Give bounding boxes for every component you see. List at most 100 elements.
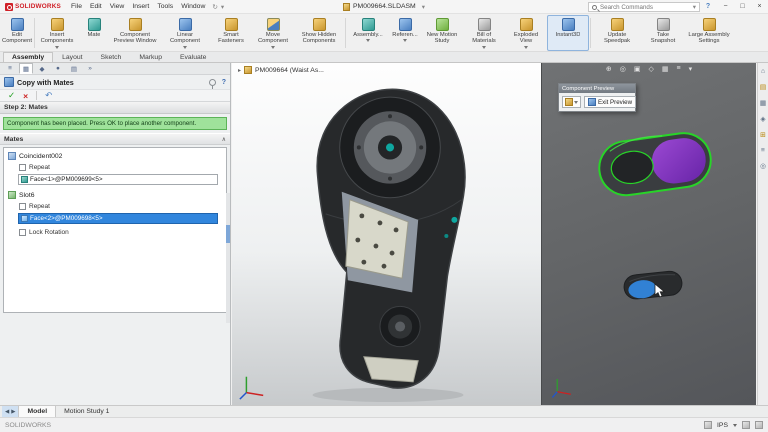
search-caret-icon[interactable]: ▾: [693, 3, 696, 11]
tab-assembly[interactable]: Assembly: [3, 52, 54, 62]
featuremanager-tree-tab-icon[interactable]: ≡: [3, 63, 17, 74]
ribbon-button-component-preview-window[interactable]: Component Preview Window: [110, 15, 160, 51]
view-palette-icon[interactable]: ◈: [760, 115, 765, 123]
ribbon-button-instant3d[interactable]: Instant3D: [547, 15, 589, 51]
lock-rotation-row[interactable]: Lock Rotation: [6, 227, 224, 238]
display-manager-tab-icon[interactable]: ▤: [67, 63, 81, 74]
ribbon-button-linear-component-pattern[interactable]: Linear Component Pattern: [160, 15, 210, 51]
dimxpert-tab-icon[interactable]: ●: [51, 63, 65, 74]
mates-group-header[interactable]: Mates ∧: [0, 133, 230, 146]
file-explorer-icon[interactable]: ▦: [760, 99, 766, 107]
component-preview-pane[interactable]: ⊕ ◎ ▣ ◇ ▦ ≡ ▾ Component Preview Exit Pre…: [541, 63, 756, 405]
tab-nav-right-icon[interactable]: ▶: [11, 409, 15, 415]
search-box[interactable]: ▾: [588, 2, 700, 12]
ribbon-button-bill-of-materials[interactable]: Bill of Materials: [463, 15, 505, 51]
maximize-button[interactable]: □: [734, 0, 751, 14]
mate2-face-field-selected[interactable]: Face<2>@PM009698<5>: [18, 213, 218, 225]
tab-sketch[interactable]: Sketch: [92, 52, 131, 62]
mate-item-coincident[interactable]: Coincident002: [6, 150, 224, 162]
help-icon[interactable]: ?: [702, 3, 714, 10]
ribbon-button-exploded-view[interactable]: Exploded View: [505, 15, 547, 51]
zoom-fit-icon[interactable]: ⊕: [606, 65, 612, 73]
ribbon-button-move-component[interactable]: Move Component: [252, 15, 294, 51]
ribbon-button-large-assembly-settings[interactable]: Large Assembly Settings: [684, 15, 734, 51]
menu-insert[interactable]: Insert: [128, 3, 153, 10]
graphics-viewport[interactable]: ▸ PM009664 (Waist As...: [232, 63, 541, 405]
ribbon-button-assembly-features[interactable]: Assembly...: [347, 15, 389, 51]
minimize-button[interactable]: −: [717, 0, 734, 14]
waist-assembly-model[interactable]: [260, 73, 512, 405]
panel-scrollbar[interactable]: [226, 193, 230, 323]
menu-tools[interactable]: Tools: [153, 3, 177, 10]
units-selector[interactable]: IPS: [717, 422, 728, 429]
tab-layout[interactable]: Layout: [53, 52, 91, 62]
view-settings-caret-icon[interactable]: ▾: [689, 65, 693, 73]
collapse-chevron-icon[interactable]: ∧: [222, 136, 226, 143]
preview-split-button[interactable]: [562, 96, 581, 108]
quick-access-caret-icon[interactable]: ▾: [221, 3, 224, 11]
custom-properties-icon[interactable]: ≡: [761, 147, 765, 154]
tab-nav-left-icon[interactable]: ◀: [5, 409, 9, 415]
repeat-checkbox-row-1[interactable]: Repeat: [6, 162, 224, 173]
flyout-tree-label[interactable]: ▸ PM009664 (Waist As...: [238, 66, 324, 74]
ribbon-button-take-snapshot[interactable]: Take Snapshot: [642, 15, 684, 51]
document-caret-icon[interactable]: ▾: [422, 3, 425, 11]
tab-evaluate[interactable]: Evaluate: [171, 52, 215, 62]
exit-preview-button[interactable]: Exit Preview: [584, 96, 637, 108]
pm-help-icon[interactable]: ?: [222, 79, 226, 86]
menu-window[interactable]: Window: [177, 3, 209, 10]
mate-item-slot[interactable]: Slot6: [6, 189, 224, 201]
menu-view[interactable]: View: [106, 3, 129, 10]
tab-markup[interactable]: Markup: [130, 52, 171, 62]
ribbon-label: Bill of Materials: [472, 32, 496, 45]
ribbon-button-show-hidden-components[interactable]: Show Hidden Components: [294, 15, 344, 51]
preview-window-body: Exit Preview: [559, 93, 637, 111]
flyout-arrow-icon[interactable]: ▸: [238, 67, 241, 74]
appearances-icon[interactable]: ⊞: [760, 131, 766, 139]
menu-edit[interactable]: Edit: [86, 3, 106, 10]
tab-overflow-icon[interactable]: »: [83, 63, 97, 74]
component-preview-window-icon: [128, 18, 142, 31]
scrollbar-thumb[interactable]: [226, 225, 230, 243]
forum-icon[interactable]: ◎: [760, 162, 766, 170]
preview-component-highlighted[interactable]: [589, 117, 723, 211]
repeat-checkbox-2[interactable]: [19, 203, 26, 211]
section-view-icon[interactable]: ◎: [620, 65, 626, 73]
pin-icon[interactable]: [208, 78, 216, 89]
ribbon-button-edit-component[interactable]: Edit Component: [1, 15, 33, 51]
propertymanager-tab-icon[interactable]: ▦: [19, 63, 33, 74]
home-icon[interactable]: ⌂: [761, 68, 765, 75]
mate1-face-field[interactable]: Face<1>@PM009699<5>: [18, 174, 218, 186]
cancel-button[interactable]: ×: [23, 91, 28, 101]
hide-show-items-icon[interactable]: ▦: [662, 65, 669, 73]
search-input[interactable]: [600, 3, 687, 11]
view-orientation-icon[interactable]: ▣: [634, 65, 641, 73]
repeat-checkbox-row-2[interactable]: Repeat: [6, 201, 224, 212]
lock-rotation-checkbox[interactable]: [19, 229, 26, 237]
ribbon-button-smart-fasteners[interactable]: Smart Fasteners: [210, 15, 252, 51]
status-right-cluster: IPS: [704, 421, 763, 429]
configuration-manager-tab-icon[interactable]: ◆: [35, 63, 49, 74]
ribbon-button-insert-components[interactable]: Insert Components: [36, 15, 78, 51]
ok-button[interactable]: ✓: [8, 90, 15, 101]
appearance-icon[interactable]: ≡: [677, 65, 681, 73]
close-button[interactable]: ×: [751, 0, 768, 14]
tab-motion-study[interactable]: Motion Study 1: [56, 406, 117, 417]
ribbon-button-mate[interactable]: Mate: [78, 15, 110, 51]
units-caret-icon[interactable]: [733, 423, 737, 427]
mate1-face-value: Face<1>@PM009699<5>: [30, 176, 103, 184]
quick-access-refresh-icon[interactable]: ↻: [212, 3, 217, 11]
ribbon-button-update-speedpak-subassemblies[interactable]: Update Speedpak Subassemblies: [592, 15, 642, 51]
large-assembly-settings-icon: [702, 18, 716, 31]
menu-file[interactable]: File: [67, 3, 86, 10]
status-options-icon[interactable]: [755, 421, 763, 429]
ribbon-button-reference-geometry[interactable]: Referen...: [389, 15, 421, 51]
design-library-icon[interactable]: ▤: [760, 83, 766, 91]
undo-button[interactable]: ↶: [45, 90, 52, 101]
ribbon-button-new-motion-study[interactable]: New Motion Study: [421, 15, 463, 51]
repeat-checkbox-1[interactable]: [19, 164, 26, 172]
tab-model[interactable]: Model: [18, 406, 57, 417]
display-style-icon[interactable]: ◇: [648, 65, 653, 73]
move-component-icon: [266, 18, 280, 31]
status-tag-icon[interactable]: [742, 421, 750, 429]
